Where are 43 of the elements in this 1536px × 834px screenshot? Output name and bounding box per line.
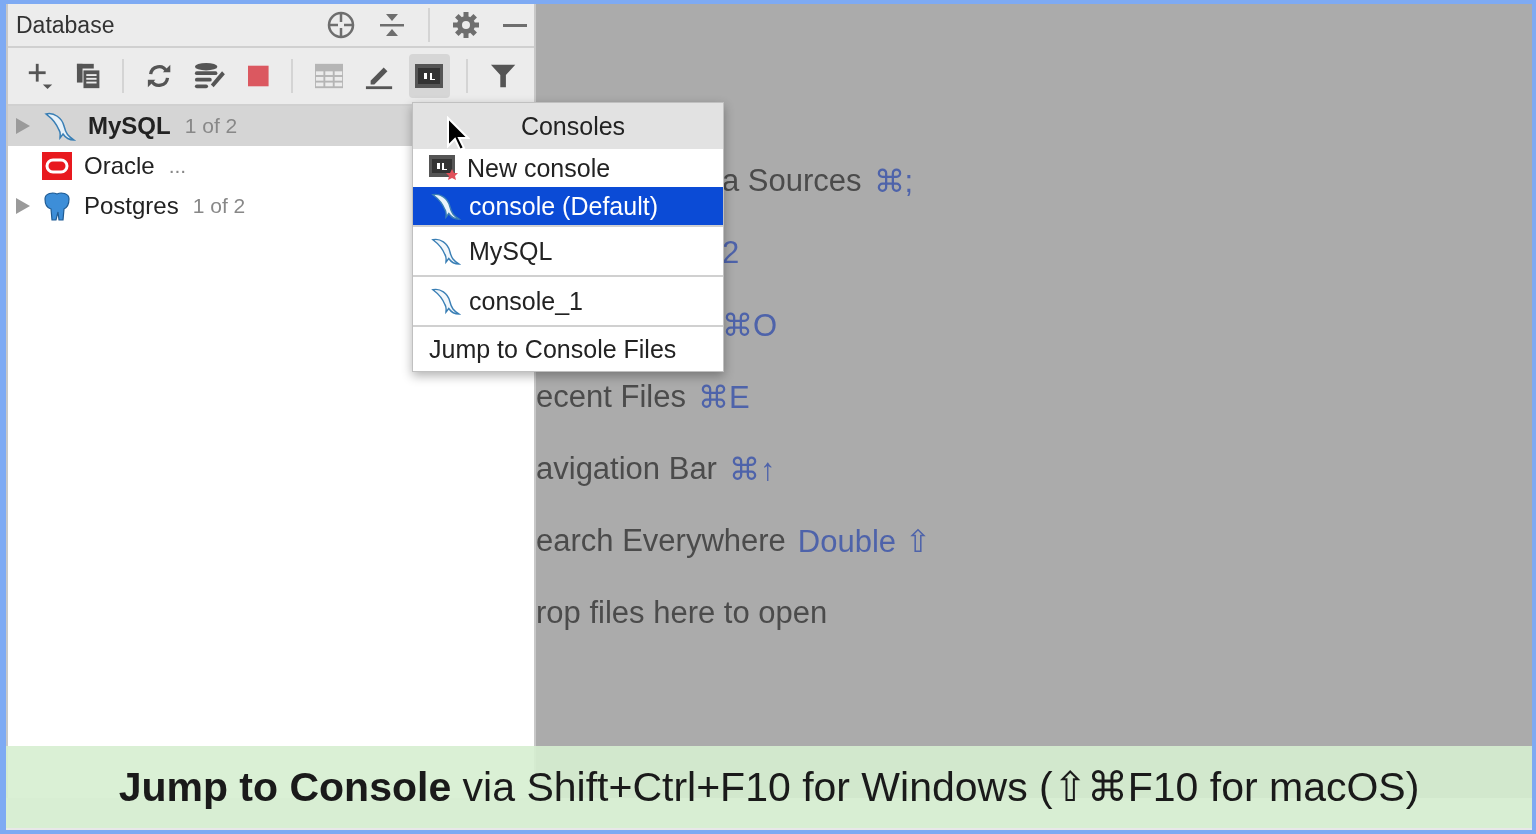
menu-item[interactable]: New console xyxy=(413,149,723,187)
hint-text: rop files here to open xyxy=(536,595,828,631)
menu-item[interactable]: console (Default) xyxy=(413,187,723,225)
dolphin-icon xyxy=(429,236,461,266)
shortcut-text: ⌘E xyxy=(697,378,750,416)
panel-title: Database xyxy=(16,11,116,39)
tree-item-name: Oracle xyxy=(84,152,155,180)
hint-text: avigation Bar xyxy=(536,451,717,487)
shortcut-text: 2 xyxy=(722,235,740,271)
tree-item-detail: ... xyxy=(168,154,187,178)
crosshair-icon[interactable] xyxy=(326,10,356,40)
mouse-cursor-icon xyxy=(446,116,470,152)
new-console-icon xyxy=(429,155,459,181)
tree-item-name: Postgres xyxy=(84,192,179,220)
oracle-icon xyxy=(42,152,72,180)
hint-text: a Sources xyxy=(722,163,862,199)
hint-text: earch Everywhere xyxy=(536,523,786,559)
shortcut-text: Double ⇧ xyxy=(797,522,931,560)
add-icon[interactable] xyxy=(26,61,55,91)
menu-item[interactable]: console_1 xyxy=(413,275,723,325)
menu-item[interactable]: Jump to Console Files xyxy=(413,325,723,371)
dolphin-icon xyxy=(429,191,461,221)
filter-icon[interactable] xyxy=(489,62,517,90)
settings-icon[interactable] xyxy=(452,11,480,39)
tree-item-detail: 1 of 2 xyxy=(192,194,246,218)
shortcut-text: ⌘↑ xyxy=(728,450,776,488)
stop-icon[interactable] xyxy=(248,65,269,87)
shortcut-text: ⌘O xyxy=(722,306,778,344)
menu-item[interactable]: MySQL xyxy=(413,225,723,275)
collapse-icon[interactable] xyxy=(378,11,406,39)
popup-title: Consoles xyxy=(413,103,723,149)
tree-item-name: MySQL xyxy=(88,112,171,140)
dolphin-icon xyxy=(42,110,76,142)
dolphin-icon xyxy=(429,286,461,316)
console-button[interactable] xyxy=(408,54,450,98)
tree-item-detail: 1 of 2 xyxy=(184,114,238,138)
refresh-icon[interactable] xyxy=(146,62,173,90)
shortcut-text: ⌘; xyxy=(873,162,914,200)
console-icon xyxy=(415,64,444,88)
expand-arrow-icon[interactable] xyxy=(16,198,30,214)
hint-text: ecent Files xyxy=(536,379,686,415)
caption-text: Jump to Console via Shift+Ctrl+F10 for Windows (⇧⌘F10 for macOS) xyxy=(118,763,1420,811)
copy-icon[interactable] xyxy=(76,62,101,90)
